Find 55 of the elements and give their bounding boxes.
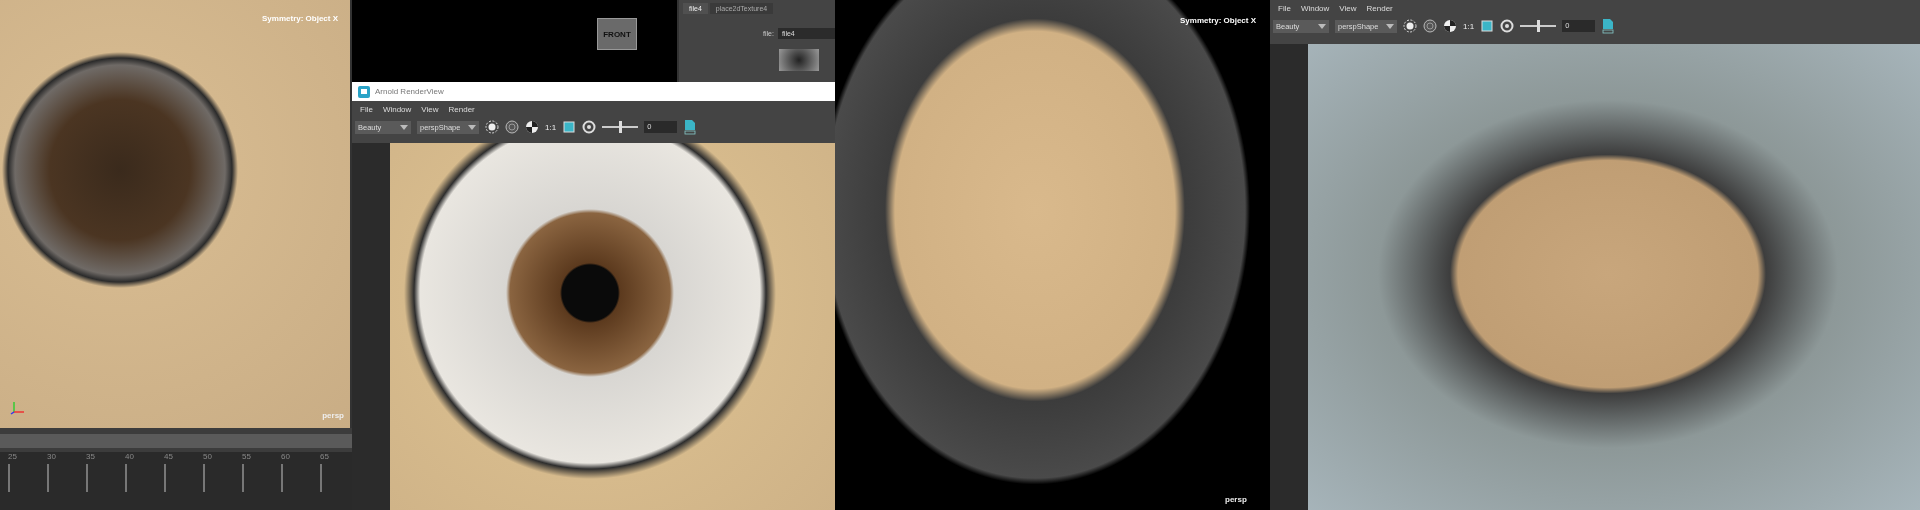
tick-mark bbox=[86, 464, 88, 492]
camera-label: persp bbox=[1225, 495, 1247, 504]
menu-item[interactable]: Render bbox=[448, 104, 475, 114]
camera-label: persp bbox=[322, 411, 344, 420]
menu-item[interactable]: File bbox=[1278, 3, 1291, 13]
tick-mark bbox=[164, 464, 166, 492]
texture-swatch bbox=[779, 49, 819, 71]
caret-icon bbox=[468, 124, 476, 130]
viewport-hud-text: Symmetry: Object X bbox=[262, 14, 339, 23]
frame-number: 30 bbox=[47, 452, 56, 461]
tick-mark bbox=[281, 464, 283, 492]
caret-icon bbox=[400, 124, 408, 130]
menu-item[interactable]: Window bbox=[1300, 3, 1330, 13]
tick-mark bbox=[203, 464, 205, 492]
viewport-hud-text: Symmetry: Object X bbox=[1180, 16, 1257, 25]
menu-item[interactable]: Render bbox=[1366, 3, 1393, 13]
aperture-icon[interactable] bbox=[582, 120, 597, 134]
app-icon bbox=[358, 85, 370, 98]
frame-number: 45 bbox=[164, 452, 173, 461]
tick-mark bbox=[242, 464, 244, 492]
view-cube[interactable]: FRONT bbox=[597, 18, 637, 50]
zoom-button[interactable]: 1:1 bbox=[545, 122, 557, 132]
log-file-icon[interactable] bbox=[683, 119, 698, 135]
render-icon[interactable] bbox=[1403, 19, 1417, 33]
menu-item[interactable]: View bbox=[1339, 3, 1357, 13]
tick-mark bbox=[47, 464, 49, 492]
frame-number: 40 bbox=[125, 452, 134, 461]
axis-icon bbox=[10, 400, 26, 416]
checker-icon[interactable] bbox=[525, 120, 539, 134]
zoom-button[interactable]: 1:1 bbox=[1463, 21, 1475, 31]
tick-mark bbox=[8, 464, 10, 492]
tick-mark bbox=[125, 464, 127, 492]
menu-item[interactable]: Window bbox=[382, 104, 412, 114]
window-title: Arnold RenderView bbox=[375, 87, 444, 96]
frame-number: 50 bbox=[203, 452, 212, 461]
frame-number: 55 bbox=[242, 452, 251, 461]
frame-number: 25 bbox=[8, 452, 17, 461]
menu-item[interactable]: View bbox=[421, 104, 439, 114]
frame-number: 35 bbox=[86, 452, 95, 461]
aperture-icon[interactable] bbox=[1500, 19, 1515, 33]
frame-number: 65 bbox=[320, 452, 329, 461]
color-circle-icon[interactable] bbox=[505, 120, 519, 134]
checker-icon[interactable] bbox=[1443, 19, 1457, 33]
slider-thumb[interactable] bbox=[619, 121, 623, 133]
slider-thumb[interactable] bbox=[1537, 20, 1541, 32]
caret-icon bbox=[1318, 23, 1326, 29]
color-circle-icon[interactable] bbox=[1423, 19, 1437, 33]
frame-number: 60 bbox=[281, 452, 290, 461]
render-icon[interactable] bbox=[485, 120, 499, 134]
caret-icon bbox=[1386, 23, 1394, 29]
log-file-icon[interactable] bbox=[1601, 18, 1616, 34]
crop-region-icon[interactable] bbox=[1480, 19, 1495, 33]
menu-item[interactable]: File bbox=[360, 104, 373, 114]
crop-region-icon[interactable] bbox=[562, 120, 577, 134]
tick-mark bbox=[320, 464, 322, 492]
